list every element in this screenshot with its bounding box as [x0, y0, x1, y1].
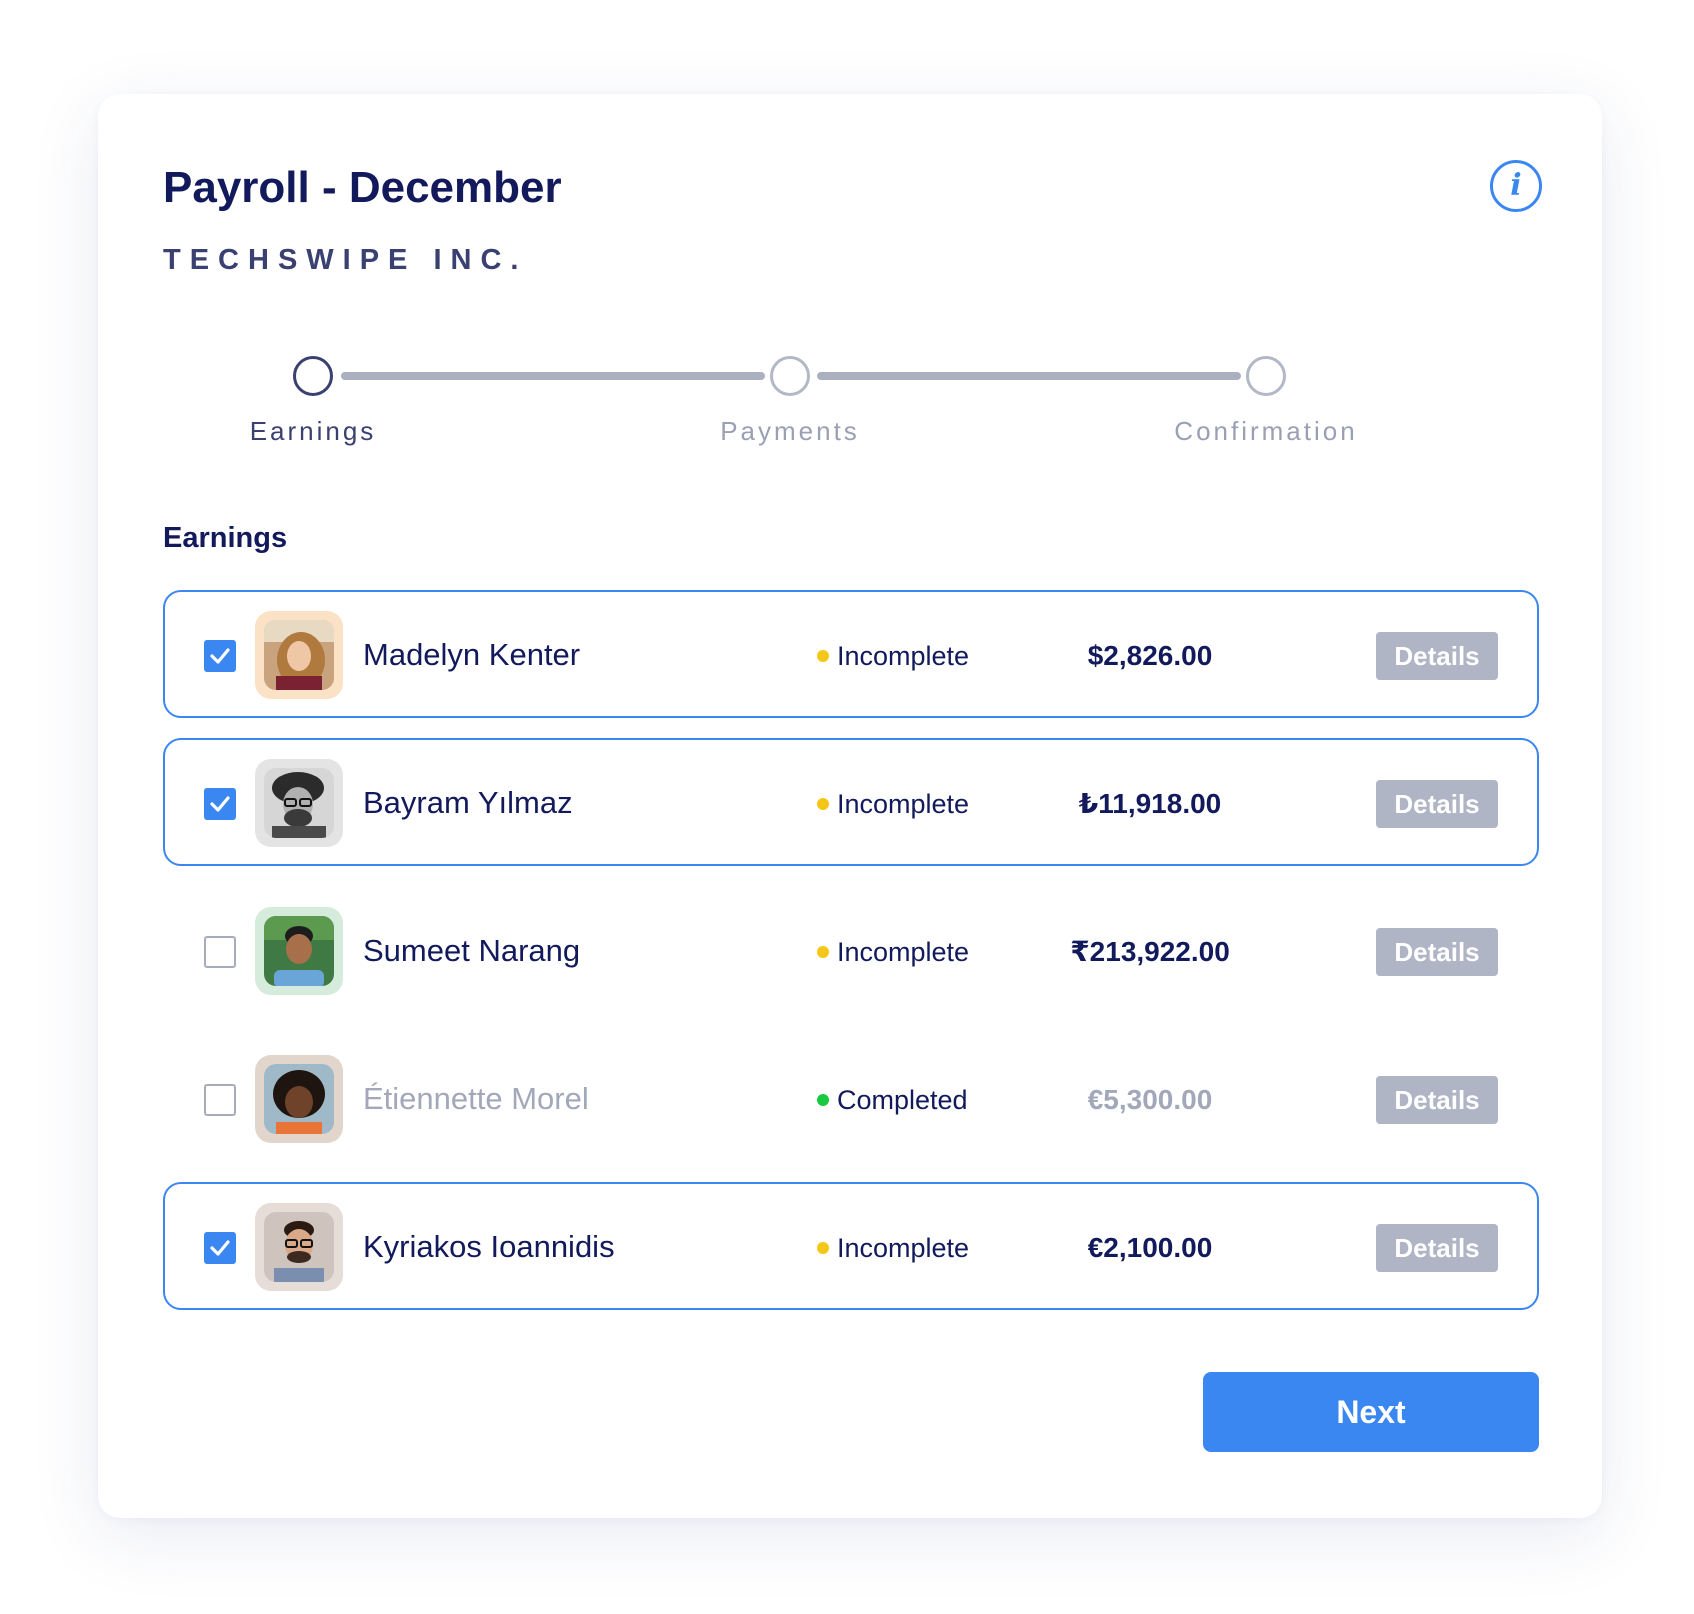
status-text: Incomplete: [837, 1233, 970, 1263]
status-dot-icon: [817, 649, 829, 662]
step-confirmation-label[interactable]: Confirmation: [1116, 416, 1416, 447]
details-button[interactable]: Details: [1376, 780, 1498, 828]
step-payments-label[interactable]: Payments: [640, 416, 940, 447]
row-checkbox[interactable]: [204, 1232, 236, 1264]
employee-name: Étiennette Morel: [363, 1081, 589, 1116]
earnings-amount: ₺11,918.00: [1078, 788, 1222, 819]
row-checkbox[interactable]: [204, 640, 236, 672]
employee-row[interactable]: Sumeet Narang Incomplete ₹213,922.00 Det…: [163, 886, 1539, 1014]
company-name: TECHSWIPE INC.: [163, 244, 528, 276]
next-button[interactable]: Next: [1203, 1372, 1539, 1452]
avatar-photo-icon: [264, 1064, 334, 1134]
status-badge: Incomplete: [817, 932, 969, 972]
employee-name: Sumeet Narang: [363, 933, 581, 968]
row-checkbox[interactable]: [204, 936, 236, 968]
earnings-amount: $2,826.00: [1087, 640, 1213, 671]
status-badge: Incomplete: [817, 636, 969, 676]
page-title: Payroll - December: [163, 163, 562, 212]
avatar: [255, 1055, 343, 1143]
status-text: Incomplete: [837, 789, 970, 819]
section-title: Earnings: [163, 522, 288, 554]
avatar: [255, 907, 343, 995]
step-connector: [341, 372, 765, 380]
avatar: [255, 1203, 343, 1291]
employee-row[interactable]: Madelyn Kenter Incomplete $2,826.00 Deta…: [163, 590, 1539, 718]
checkmark-icon: [210, 648, 230, 664]
step-confirmation-circle[interactable]: [1246, 356, 1286, 396]
info-icon[interactable]: i: [1490, 160, 1542, 212]
avatar-photo-icon: [264, 1212, 334, 1282]
step-payments-circle[interactable]: [770, 356, 810, 396]
status-dot-icon: [817, 1241, 829, 1254]
status-text: Completed: [837, 1085, 968, 1115]
status-dot-icon: [817, 945, 829, 958]
employee-row[interactable]: Kyriakos Ioannidis Incomplete €2,100.00 …: [163, 1182, 1539, 1310]
progress-stepper: Earnings Payments Confirmation: [98, 94, 1602, 494]
employee-row[interactable]: Étiennette Morel Completed €5,300.00 Det…: [163, 1034, 1539, 1162]
earnings-amount: €5,300.00: [1087, 1084, 1213, 1115]
row-checkbox[interactable]: [204, 788, 236, 820]
employee-name: Bayram Yılmaz: [363, 785, 573, 820]
status-dot-icon: [817, 797, 829, 810]
avatar: [255, 759, 343, 847]
avatar-photo-icon: [264, 620, 334, 690]
earnings-amount: €2,100.00: [1087, 1232, 1213, 1263]
step-earnings-label[interactable]: Earnings: [163, 416, 463, 447]
employee-name: Madelyn Kenter: [363, 637, 581, 672]
payroll-card: Payroll - December TECHSWIPE INC. i Earn…: [98, 94, 1602, 1518]
details-button[interactable]: Details: [1376, 632, 1498, 680]
earnings-amount: ₹213,922.00: [1070, 936, 1230, 967]
employee-name: Kyriakos Ioannidis: [363, 1229, 615, 1264]
row-checkbox[interactable]: [204, 1084, 236, 1116]
checkmark-icon: [210, 796, 230, 812]
details-button[interactable]: Details: [1376, 928, 1498, 976]
details-button[interactable]: Details: [1376, 1224, 1498, 1272]
avatar: [255, 611, 343, 699]
avatar-photo-icon: [264, 916, 334, 986]
status-dot-icon: [817, 1093, 829, 1106]
step-earnings-circle[interactable]: [293, 356, 333, 396]
details-button[interactable]: Details: [1376, 1076, 1498, 1124]
status-text: Incomplete: [837, 937, 970, 967]
step-connector: [817, 372, 1241, 380]
employee-row[interactable]: Bayram Yılmaz Incomplete ₺11,918.00 Deta…: [163, 738, 1539, 866]
status-badge: Incomplete: [817, 784, 969, 824]
status-badge: Completed: [817, 1080, 968, 1120]
status-badge: Incomplete: [817, 1228, 969, 1268]
avatar-photo-icon: [264, 768, 334, 838]
checkmark-icon: [210, 1240, 230, 1256]
status-text: Incomplete: [837, 641, 970, 671]
